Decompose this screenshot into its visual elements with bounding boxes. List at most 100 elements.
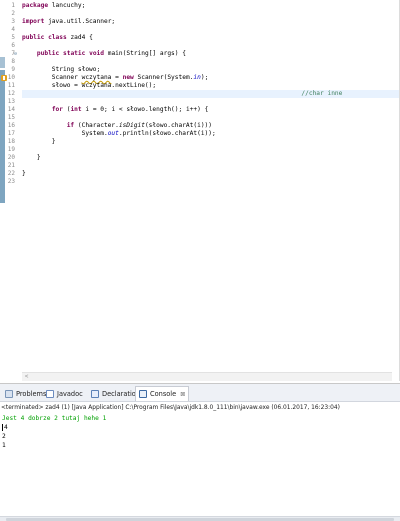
code-line[interactable] [22, 178, 399, 186]
line-number: 5 [11, 34, 15, 41]
line-number: 17 [7, 130, 15, 137]
tab-javadoc[interactable]: Javadoc [43, 386, 86, 401]
panel-horizontal-scrollbar[interactable] [0, 516, 400, 521]
line-number: 8 [11, 58, 15, 65]
console-text: Jest 4 dobrze 2 tutaj hehe 1 [2, 415, 107, 422]
line-number: 20 [7, 154, 15, 161]
tab-console[interactable]: Console ⊠ [135, 386, 190, 401]
code-token: ); [200, 74, 209, 81]
code-token: lancuchy; [48, 2, 86, 9]
tab-label: Javadoc [57, 389, 83, 398]
code-token: } [22, 170, 26, 177]
line-number: 13 [7, 98, 15, 105]
code-token: new [122, 74, 134, 81]
code-token: zad4 { [66, 34, 93, 41]
line-number: 16 [7, 122, 15, 129]
code-area[interactable]: package lancuchy; import java.util.Scanne… [22, 0, 399, 372]
code-line[interactable] [22, 58, 399, 66]
code-line[interactable] [22, 146, 399, 154]
line-number: 4 [11, 26, 15, 33]
code-line[interactable]: for (int i = 0; i < słowo.length(); i++)… [22, 106, 399, 114]
code-line[interactable]: import java.util.Scanner; [22, 18, 399, 26]
code-line[interactable]: public class zad4 { [22, 34, 399, 42]
panel-tab-bar: Problems Javadoc Declaration Console ⊠ [0, 384, 400, 402]
code-line[interactable]: if (Character.isDigit(słowo.charAt(i))) [22, 122, 399, 130]
code-line[interactable]: package lancuchy; [22, 2, 399, 10]
line-number: 21 [7, 162, 15, 169]
code-token: import [22, 18, 45, 25]
code-token: out [107, 130, 119, 137]
code-line[interactable] [22, 162, 399, 170]
tab-label: Console [150, 390, 177, 398]
code-token: void [89, 50, 104, 57]
current-code-line[interactable]: //char inne [22, 90, 399, 98]
declaration-icon [91, 389, 99, 398]
fold-toggle-icon[interactable]: ⊖ [14, 50, 17, 58]
horizontal-scrollbar[interactable]: < [22, 372, 392, 381]
console-input-line: Jest 4 dobrze 2 tutaj hehe 1 [2, 414, 398, 423]
code-token: (słowo.charAt(i))) [144, 122, 212, 129]
close-icon[interactable]: ⊠ [180, 391, 185, 398]
code-line[interactable]: System.out.println(słowo.charAt(i)); [22, 130, 399, 138]
code-line[interactable]: } [22, 170, 399, 178]
text-caret [2, 423, 3, 431]
console-output-line: 2 [2, 432, 398, 441]
line-number: 1 [11, 2, 15, 9]
code-token: static [63, 50, 86, 57]
code-token: słowo = wczytana.nextLine(); [22, 82, 157, 89]
code-token: public [22, 34, 45, 41]
code-line[interactable] [22, 114, 399, 122]
console-output-line: 1 [2, 441, 398, 450]
code-token: for [51, 106, 63, 113]
console-icon [139, 390, 147, 398]
line-number: 14 [7, 106, 15, 113]
code-token: Scanner [22, 74, 82, 81]
line-number: 12 [7, 90, 15, 97]
code-token: } [22, 154, 41, 161]
console-text: 4 [4, 424, 8, 431]
code-line[interactable] [22, 98, 399, 106]
warning-icon[interactable] [1, 75, 7, 81]
scroll-left-arrow-icon[interactable]: < [22, 373, 31, 381]
code-token: package [22, 2, 49, 9]
code-token: (Character. [74, 122, 119, 129]
code-line[interactable]: Scanner wczytana = new Scanner(System.in… [22, 74, 399, 82]
line-number: 9 [11, 66, 15, 73]
bottom-panel: Problems Javadoc Declaration Console ⊠ <term… [0, 383, 400, 521]
code-line[interactable] [22, 42, 399, 50]
code-token: } [22, 138, 56, 145]
line-number: 3 [11, 18, 15, 25]
code-line[interactable]: słowo = wczytana.nextLine(); [22, 82, 399, 90]
console-status-line: <terminated> zad4 (1) [Java Application]… [1, 405, 340, 411]
code-line[interactable]: } [22, 154, 399, 162]
tab-label: Problems [16, 389, 47, 398]
console-text: 2 [2, 433, 6, 440]
code-token: wczytana [81, 74, 112, 81]
code-line[interactable]: String słowo; [22, 66, 399, 74]
code-line[interactable] [22, 26, 399, 34]
console-output-line: 4 [2, 423, 398, 432]
code-token: String słowo; [22, 66, 101, 73]
javadoc-icon [46, 389, 54, 398]
code-line[interactable] [22, 10, 399, 18]
line-number: 15 [7, 114, 15, 121]
console-output[interactable]: Jest 4 dobrze 2 tutaj hehe 1 4 2 1 [2, 414, 398, 450]
code-line[interactable]: public static void main(String[] args) { [22, 50, 399, 58]
code-token: in [193, 74, 201, 81]
code-line[interactable]: } [22, 138, 399, 146]
code-token: Scanner(System. [133, 74, 194, 81]
code-token: .println(słowo.charAt(i)); [118, 130, 216, 137]
line-number: 22 [7, 170, 15, 177]
code-token: System. [22, 130, 108, 137]
code-token: isDigit [118, 122, 145, 129]
code-token: int [70, 106, 82, 113]
line-number: 19 [7, 146, 15, 153]
line-number: 23 [7, 178, 15, 185]
code-editor[interactable]: 1 2 3 4 5 6 7 ⊖ 8 9 10 11 12 13 14 15 16 17 18 19 20 21 22 23 p… [0, 0, 400, 381]
code-token: i = 0; i < słowo.length(); i++) { [81, 106, 209, 113]
line-number: 6 [11, 42, 15, 49]
